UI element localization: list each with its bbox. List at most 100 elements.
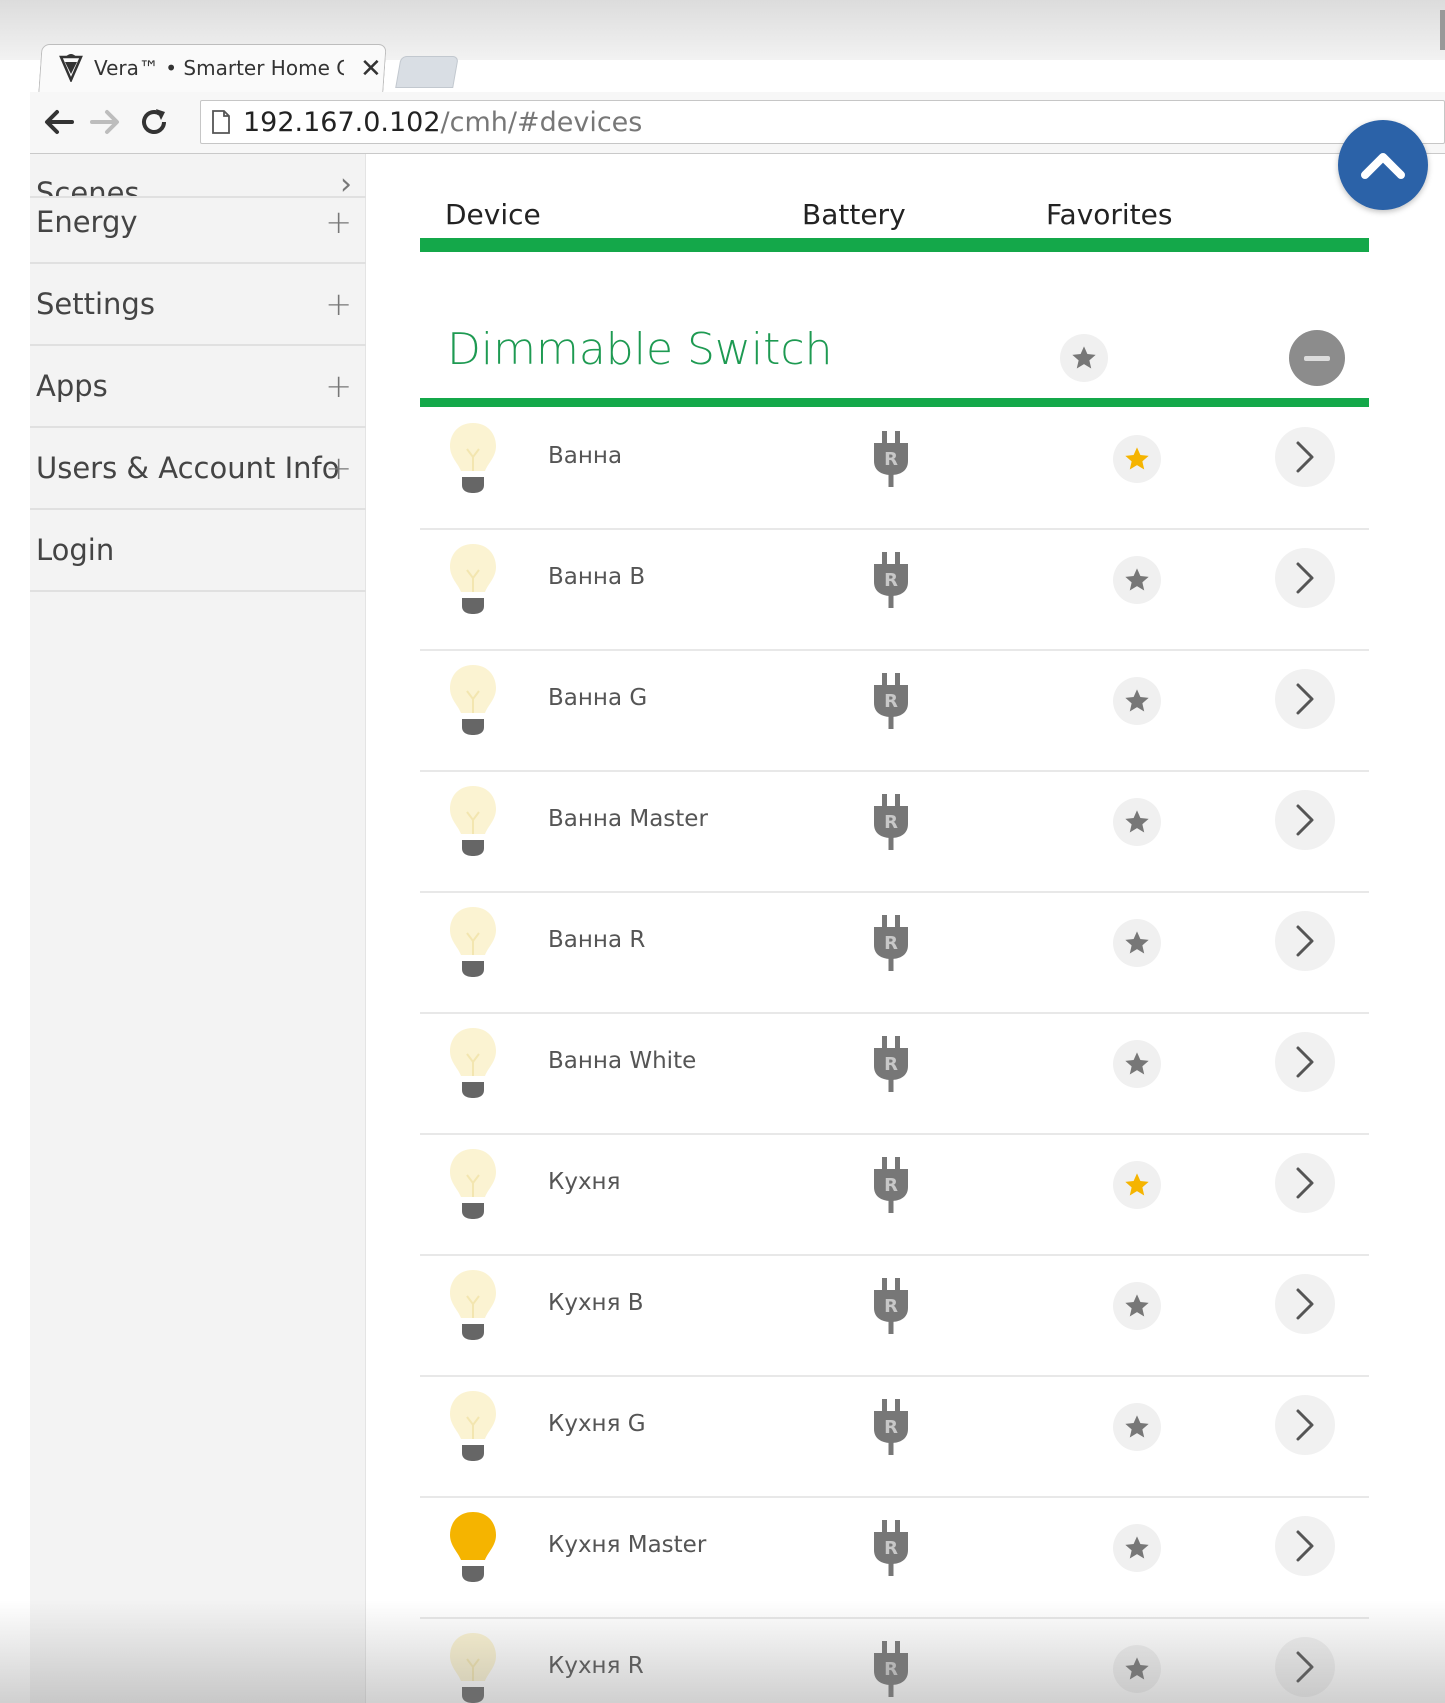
device-details-button[interactable] [1275,1032,1335,1092]
browser-tab-content[interactable]: Vera™ • Smarter Home C [58,44,378,92]
sidebar-item-label: Users & Account Info [36,451,340,485]
favorite-toggle[interactable] [1113,1161,1161,1209]
plug-icon: R [874,1520,908,1576]
table-row[interactable]: Кухня Master R [420,1498,1369,1619]
device-name: Ванна B [548,564,646,590]
column-header-favorites: Favorites [1046,198,1173,231]
sidebar-item-users-account-info[interactable]: Users & Account Info + [30,428,366,510]
bulb-icon[interactable] [448,1508,498,1588]
bulb-icon[interactable] [448,903,498,983]
favorite-toggle[interactable] [1113,919,1161,967]
favorite-toggle[interactable] [1113,1645,1161,1693]
device-details-button[interactable] [1275,911,1335,971]
device-list-panel: Device Battery Favorites Dimmable Switch… [367,154,1445,1703]
bulb-icon[interactable] [448,419,498,499]
table-row[interactable]: Кухня R R [420,1619,1369,1703]
collapse-section-button[interactable] [1289,330,1345,386]
bulb-icon[interactable] [448,1266,498,1346]
section-favorite-button[interactable] [1060,334,1108,382]
sidebar-item-label: Login [36,533,115,567]
device-name: Ванна [548,443,623,469]
tab-close-icon[interactable]: ✕ [360,54,382,84]
table-row[interactable]: Ванна R [420,409,1369,530]
device-details-button[interactable] [1275,1516,1335,1576]
scroll-to-top-button[interactable] [1338,120,1428,210]
url-path: /cmh/#devices [440,106,643,138]
chevron-right-icon [1296,1651,1314,1683]
star-icon [1125,1052,1149,1075]
chevron-right-icon [1296,1167,1314,1199]
new-tab-button[interactable] [395,56,459,88]
device-details-button[interactable] [1275,1153,1335,1213]
table-row[interactable]: Кухня R [420,1135,1369,1256]
bulb-icon[interactable] [448,1145,498,1225]
column-headers: Device Battery Favorites [420,198,1369,238]
table-row[interactable]: Ванна G R [420,651,1369,772]
chevron-right-icon [1296,683,1314,715]
bulb-icon[interactable] [448,1629,498,1703]
expand-plus-icon[interactable]: + [325,285,352,323]
favorite-toggle[interactable] [1113,1403,1161,1451]
column-header-battery: Battery [802,198,906,231]
star-icon [1125,931,1149,954]
plug-icon: R [874,1036,908,1092]
favorite-toggle[interactable] [1113,435,1161,483]
sidebar-item-energy[interactable]: Energy + [30,182,366,264]
sidebar-item-settings[interactable]: Settings + [30,264,366,346]
device-details-button[interactable] [1275,548,1335,608]
favorite-toggle[interactable] [1113,1282,1161,1330]
bulb-icon[interactable] [448,1024,498,1104]
sidebar-item-apps[interactable]: Apps + [30,346,366,428]
device-name: Кухня R [548,1653,644,1679]
device-name: Кухня B [548,1290,644,1316]
table-row[interactable]: Ванна R R [420,893,1369,1014]
favorite-toggle[interactable] [1113,1040,1161,1088]
bulb-icon[interactable] [448,661,498,741]
svg-text:R: R [884,1296,898,1317]
expand-plus-icon[interactable]: + [325,449,352,487]
device-name: Кухня [548,1169,621,1195]
table-row[interactable]: Кухня G R [420,1377,1369,1498]
device-details-button[interactable] [1275,1637,1335,1697]
expand-plus-icon[interactable]: + [325,203,352,241]
favorite-toggle[interactable] [1113,1524,1161,1572]
chevron-right-icon [1296,441,1314,473]
favorite-toggle[interactable] [1113,556,1161,604]
favorite-toggle[interactable] [1113,798,1161,846]
star-icon [1125,1657,1149,1680]
chevron-right-icon [1296,1530,1314,1562]
table-row[interactable]: Ванна B R [420,530,1369,651]
section-title: Dimmable Switch [447,324,833,375]
svg-text:R: R [884,1054,898,1075]
expand-plus-icon[interactable]: + [325,367,352,405]
chevron-up-icon [1361,153,1405,179]
bulb-icon[interactable] [448,1387,498,1467]
address-bar[interactable]: 192.167.0.102/cmh/#devices [200,100,1445,144]
sidebar-item-label: Energy [36,205,138,239]
svg-text:R: R [884,570,898,591]
device-name: Ванна White [548,1048,697,1074]
favorite-toggle[interactable] [1113,677,1161,725]
plug-icon: R [874,1157,908,1213]
device-details-button[interactable] [1275,669,1335,729]
svg-text:R: R [884,1538,898,1559]
chevron-right-icon [1296,1409,1314,1441]
bulb-icon[interactable] [448,540,498,620]
svg-text:R: R [884,812,898,833]
table-row[interactable]: Ванна Master R [420,772,1369,893]
plug-icon: R [874,1399,908,1455]
device-name: Кухня Master [548,1532,707,1558]
device-details-button[interactable] [1275,1395,1335,1455]
header-divider [420,238,1369,252]
sidebar-item-login[interactable]: Login [30,510,366,592]
device-details-button[interactable] [1275,790,1335,850]
table-row[interactable]: Ванна White R [420,1014,1369,1135]
bulb-icon[interactable] [448,782,498,862]
table-row[interactable]: Кухня B R [420,1256,1369,1377]
device-name: Ванна G [548,685,648,711]
star-icon [1125,568,1149,591]
star-icon [1125,1173,1149,1196]
device-details-button[interactable] [1275,1274,1335,1334]
device-details-button[interactable] [1275,427,1335,487]
device-name: Ванна Master [548,806,708,832]
